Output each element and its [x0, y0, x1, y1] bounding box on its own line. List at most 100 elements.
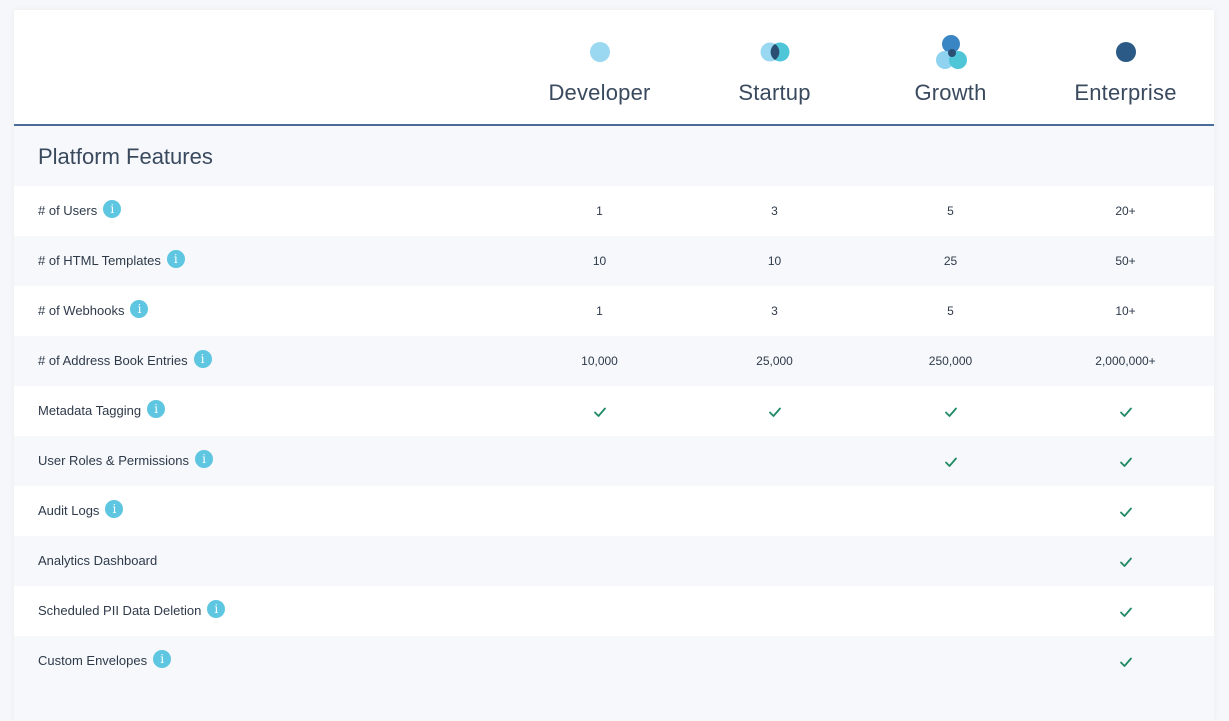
plan-check-cell	[863, 436, 1038, 486]
plan-empty-cell	[863, 586, 1038, 636]
feature-label: # of Webhooks i	[38, 286, 149, 336]
plan-value: 10	[592, 254, 607, 268]
plan-empty-cell	[512, 586, 687, 636]
info-icon[interactable]: i	[147, 400, 166, 418]
plan-empty-cell	[863, 486, 1038, 536]
checkmark-icon	[768, 407, 781, 417]
plan-check-cell	[1038, 386, 1213, 436]
plan-value: 20+	[1115, 204, 1136, 218]
table-row: Metadata Tagging i	[14, 386, 1214, 436]
table-row: Custom Envelopes i	[14, 636, 1214, 686]
plan-name: Developer	[548, 80, 651, 105]
feature-name: User Roles & Permissions	[38, 453, 189, 468]
two-circles-icon	[760, 42, 789, 62]
feature-label: User Roles & Permissions i	[38, 436, 213, 486]
plan-column-startup: Startup	[687, 10, 862, 124]
feature-label: # of HTML Templates i	[38, 236, 185, 286]
table-row: Audit Logs i	[14, 486, 1214, 536]
info-icon[interactable]: i	[193, 350, 212, 368]
plan-header: Developer Startup Growth Enterprise	[14, 10, 1214, 126]
plan-empty-cell	[512, 486, 687, 536]
feature-name: Analytics Dashboard	[38, 553, 158, 568]
feature-name: Scheduled PII Data Deletion	[38, 603, 202, 618]
table-row: # of Webhooks i 1 3 5 10+	[14, 286, 1214, 336]
plan-value: 5	[947, 304, 954, 318]
info-icon[interactable]: i	[103, 200, 122, 218]
checkmark-icon	[593, 407, 606, 417]
table-row: # of Address Book Entries i 10,000 25,000 25…	[14, 336, 1214, 386]
info-icon[interactable]: i	[153, 650, 172, 668]
plan-check-cell	[1038, 486, 1213, 536]
dark-circle-icon	[1115, 42, 1136, 62]
plan-empty-cell	[512, 536, 687, 586]
checkmark-icon	[944, 457, 957, 467]
plan-check-cell	[1038, 436, 1213, 486]
plan-check-cell	[512, 386, 687, 436]
checkmark-icon	[1119, 657, 1132, 667]
feature-label: Custom Envelopes i	[38, 636, 172, 686]
table-row: Scheduled PII Data Deletion i	[14, 586, 1214, 636]
table-row: User Roles & Permissions i	[14, 436, 1214, 486]
checkmark-icon	[1119, 607, 1132, 617]
plan-empty-cell	[863, 636, 1038, 686]
plan-value: 3	[771, 204, 778, 218]
plan-check-cell	[1038, 536, 1213, 586]
plan-column-enterprise: Enterprise	[1038, 10, 1213, 124]
feature-name: # of Address Book Entries	[38, 353, 188, 368]
plan-check-cell	[1038, 586, 1213, 636]
table-row: # of Users i 1 3 5 20+	[14, 186, 1214, 236]
info-icon[interactable]: i	[195, 450, 213, 468]
checkmark-icon	[1119, 557, 1132, 567]
feature-label: Audit Logs i	[38, 486, 124, 536]
plan-value: 10,000	[581, 354, 618, 368]
plan-value: 2,000,000+	[1095, 354, 1156, 368]
three-circles-icon	[935, 35, 967, 69]
plan-value: 10	[767, 254, 782, 268]
single-light-circle-icon	[589, 42, 610, 62]
checkmark-icon	[1119, 457, 1132, 467]
plan-value: 1	[596, 204, 603, 218]
table-row: Analytics Dashboard	[14, 536, 1214, 586]
plan-empty-cell	[512, 436, 687, 486]
info-icon[interactable]: i	[166, 250, 185, 268]
feature-label: Analytics Dashboard	[38, 536, 157, 586]
plan-value: 25,000	[756, 354, 793, 368]
feature-label: Scheduled PII Data Deletion i	[38, 586, 226, 636]
plan-empty-cell	[687, 486, 862, 536]
plan-value: 250,000	[928, 354, 973, 368]
checkmark-icon	[1119, 407, 1132, 417]
plan-name: Startup	[738, 80, 811, 105]
plan-value: 5	[947, 204, 954, 218]
table-row: # of HTML Templates i 10 10 25 50+	[14, 236, 1214, 286]
feature-name: Custom Envelopes	[38, 653, 148, 668]
plan-name: Enterprise	[1074, 80, 1177, 105]
plan-empty-cell	[687, 586, 862, 636]
plan-check-cell	[1038, 636, 1213, 686]
plan-column-growth: Growth	[863, 10, 1038, 124]
plan-name: Growth	[914, 80, 987, 105]
plan-empty-cell	[687, 536, 862, 586]
feature-label: # of Users i	[38, 186, 122, 236]
info-icon[interactable]: i	[130, 300, 149, 318]
info-icon[interactable]: i	[105, 500, 124, 518]
section-title: Platform Features	[38, 144, 213, 169]
plan-empty-cell	[512, 636, 687, 686]
plan-value: 50+	[1115, 254, 1136, 268]
checkmark-icon	[944, 407, 957, 417]
plan-value: 1	[596, 304, 603, 318]
plan-empty-cell	[687, 436, 862, 486]
feature-label: # of Address Book Entries i	[38, 336, 212, 386]
plan-column-developer: Developer	[512, 10, 687, 124]
plan-empty-cell	[687, 636, 862, 686]
plan-check-cell	[863, 386, 1038, 436]
info-icon[interactable]: i	[207, 600, 226, 618]
feature-name: # of HTML Templates	[38, 253, 161, 268]
plan-check-cell	[687, 386, 862, 436]
feature-name: Audit Logs	[38, 503, 100, 518]
feature-name: # of Webhooks	[38, 303, 125, 318]
plan-value: 25	[943, 254, 958, 268]
feature-name: # of Users	[38, 203, 98, 218]
feature-name: Metadata Tagging	[38, 403, 142, 418]
pricing-comparison-card: Developer Startup Growth Enterprise Plat…	[14, 10, 1214, 721]
plan-empty-cell	[863, 536, 1038, 586]
